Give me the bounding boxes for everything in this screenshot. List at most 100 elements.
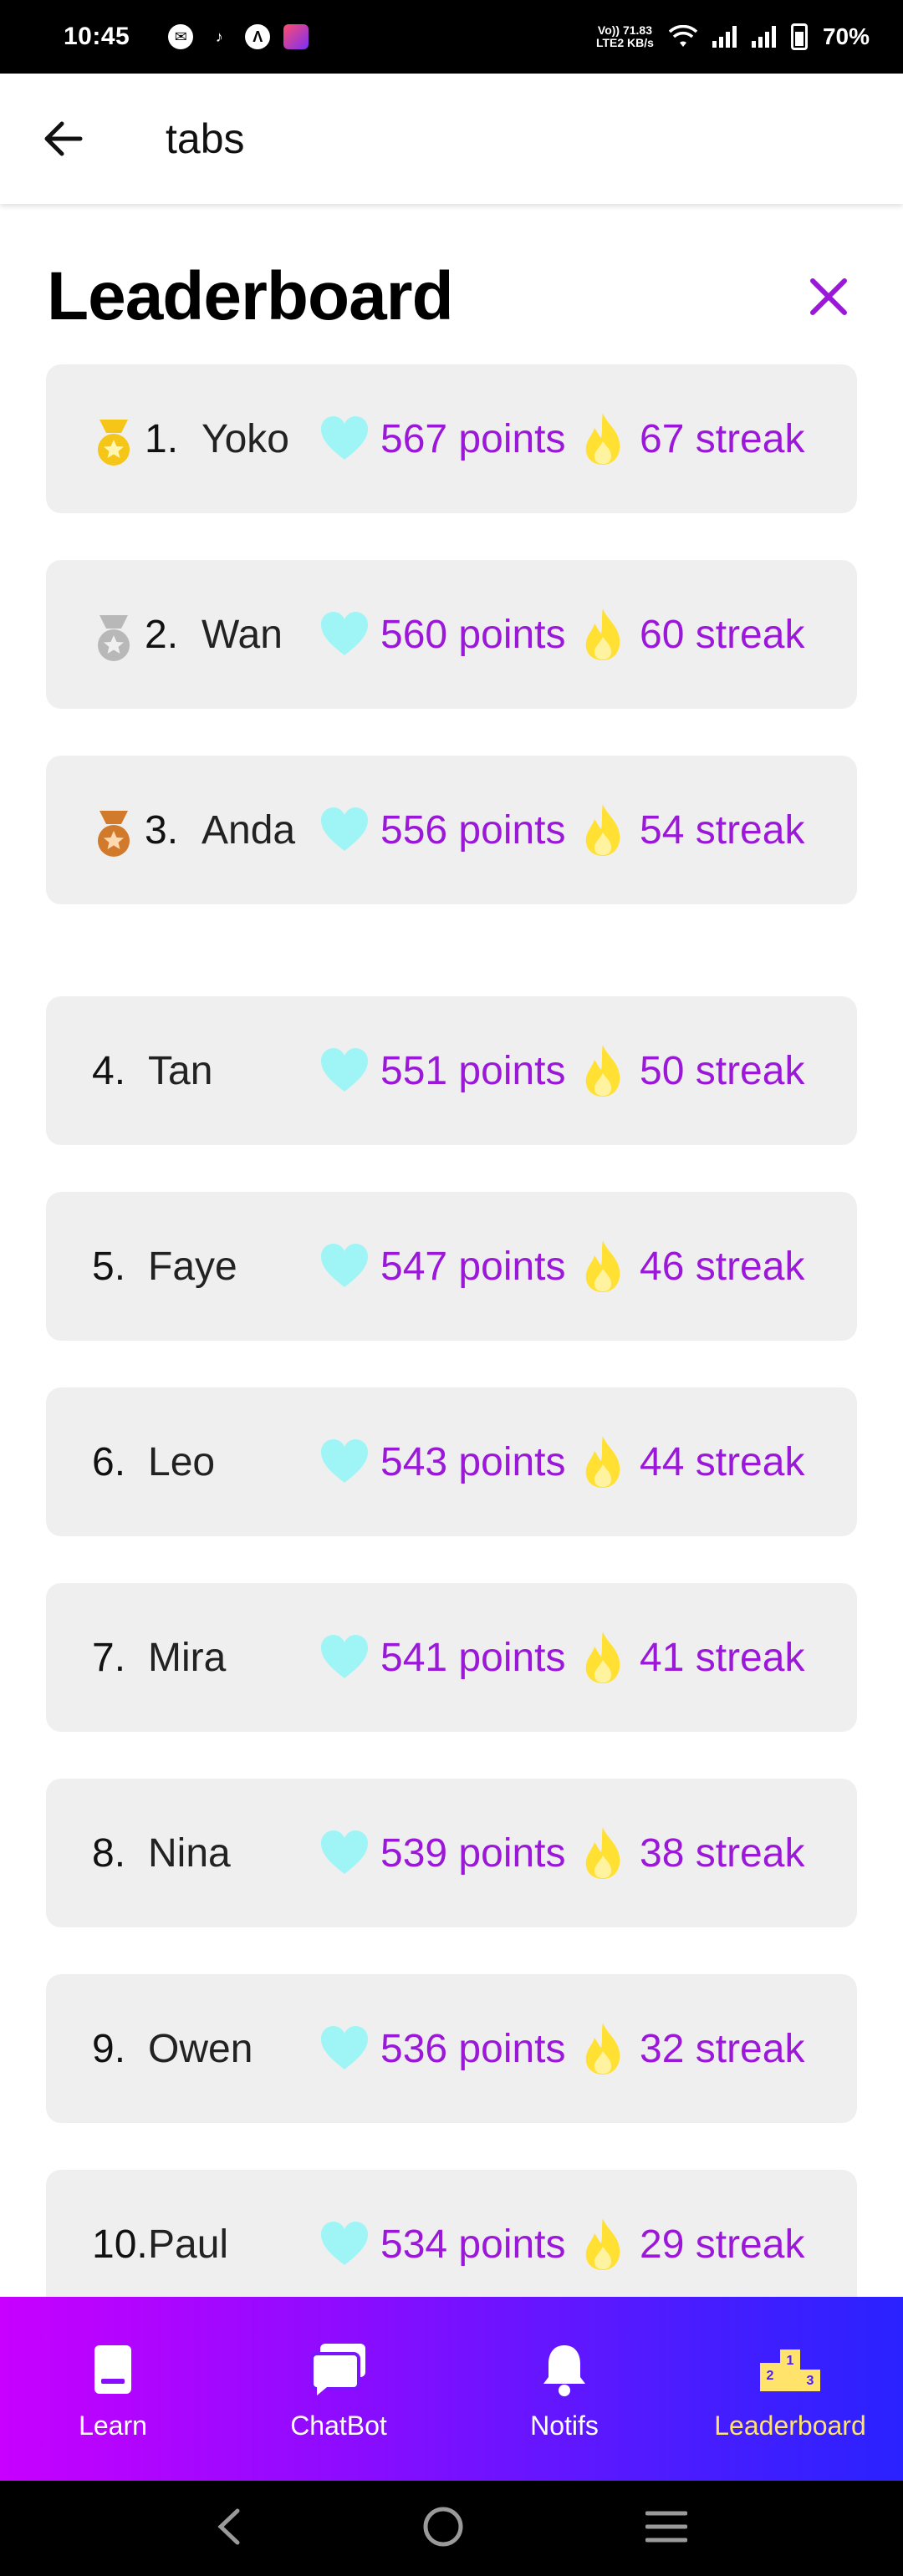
streak-value: 32 streak [640,2026,805,2071]
arrow-left-icon [44,121,83,156]
nav-notifs[interactable]: Notifs [452,2297,677,2481]
streak-value: 44 streak [640,1439,805,1484]
vpn-icon: Λ [245,24,271,49]
heart-icon [321,612,368,655]
leaderboard-row: 2. Wan 560 points 60 streak [46,560,857,709]
status-bar: 10:45 ✉ ♪ Λ Vo)) 71.83 LTE2 KB/s 70% [0,0,903,74]
flame-icon [585,2218,620,2270]
status-time: 10:45 [64,23,130,50]
system-nav-bar [0,2481,903,2576]
bottom-nav: Learn ChatBot Notifs 1 2 3 Leaderboard [0,2297,903,2481]
rank-number: 3. [145,807,179,853]
player-name: Wan [202,612,283,657]
streak-value: 54 streak [640,807,805,853]
player-name: Leo [148,1439,216,1484]
leaderboard-row: 5. Faye 547 points 46 streak [46,1192,857,1341]
player-name: Anda [202,807,296,853]
messenger-icon: ✉ [168,24,194,49]
close-button[interactable] [799,267,858,326]
flame-icon [585,804,620,856]
tiktok-icon: ♪ [215,28,223,45]
nav-leaderboard-label: Leaderboard [714,2411,866,2441]
battery-icon [790,23,808,50]
flame-icon [585,608,620,660]
flame-icon [585,413,620,465]
points-value: 560 points [380,612,566,657]
heart-icon [321,1048,368,1092]
status-app-icons: ✉ ♪ Λ [168,24,309,49]
points-value: 536 points [380,2026,566,2071]
flame-icon [585,1240,620,1292]
rank-number: 9. [92,2026,126,2071]
rank-number: 7. [92,1635,126,1680]
system-home-button[interactable] [421,2505,465,2553]
rank-number: 5. [92,1244,126,1289]
player-name: Tan [148,1048,213,1093]
nav-leaderboard[interactable]: 1 2 3 Leaderboard [677,2297,903,2481]
network-speed: Vo)) 71.83 LTE2 KB/s [596,24,654,49]
heart-icon [321,1830,368,1874]
leaderboard-header: Leaderboard [47,251,858,343]
points-value: 551 points [380,1048,566,1093]
menu-lines-icon [645,2511,688,2542]
heart-icon [321,807,368,851]
rank-number: 2. [145,612,179,657]
leaderboard-row: 3. Anda 556 points 54 streak [46,756,857,904]
player-name: Mira [148,1635,227,1680]
back-button[interactable] [30,105,97,172]
nav-learn[interactable]: Learn [0,2297,226,2481]
player-name: Paul [148,2222,229,2267]
status-indicators: Vo)) 71.83 LTE2 KB/s 70% [596,23,870,50]
player-name: Faye [148,1244,237,1289]
silver-medal-icon [98,615,130,661]
points-value: 534 points [380,2222,566,2267]
network-speed-unit: LTE2 KB/s [595,36,654,49]
rank-number: 1. [145,416,179,461]
system-recents-button[interactable] [645,2510,688,2548]
leaderboard-row: 4. Tan 551 points 50 streak [46,996,857,1145]
points-value: 547 points [380,1244,566,1289]
rank-number: 10. [92,2222,148,2267]
bell-icon [531,2340,598,2399]
book-icon [79,2340,146,2399]
bronze-medal-icon [98,811,130,857]
points-value: 556 points [380,807,566,853]
leaderboard-row: 7. Mira 541 points 41 streak [46,1583,857,1732]
app-bar: tabs [0,74,903,204]
close-icon [810,278,847,315]
heart-icon [321,416,368,460]
chevron-left-icon [217,2508,240,2544]
nav-chatbot-label: ChatBot [290,2411,387,2441]
flame-icon [585,1827,620,1879]
player-name: Owen [148,2026,253,2071]
podium-icon: 1 2 3 [757,2340,824,2399]
points-value: 541 points [380,1635,566,1680]
svg-text:2: 2 [767,2369,774,2383]
streak-value: 50 streak [640,1048,805,1093]
battery-percent: 70% [822,23,870,49]
rank-number: 8. [92,1830,126,1876]
flame-icon [585,1632,620,1683]
rank-number: 4. [92,1048,126,1093]
page-title: Leaderboard [47,258,454,334]
leaderboard-row: 8. Nina 539 points 38 streak [46,1779,857,1927]
heart-icon [321,2026,368,2069]
system-back-button[interactable] [216,2507,241,2550]
leaderboard-row: 1. Yoko 567 points 67 streak [46,364,857,513]
svg-text:3: 3 [807,2374,814,2388]
flame-icon [585,1045,620,1097]
rank-number: 6. [92,1439,126,1484]
leaderboard-row: 9. Owen 536 points 32 streak [46,1974,857,2123]
points-value: 567 points [380,416,566,461]
network-speed-value: Vo)) 71.83 [597,23,653,37]
points-value: 543 points [380,1439,566,1484]
home-circle-icon [423,2507,463,2546]
heart-icon [321,2222,368,2265]
streak-value: 60 streak [640,612,805,657]
streak-value: 38 streak [640,1830,805,1876]
player-name: Yoko [202,416,289,461]
heart-icon [321,1244,368,1287]
nav-chatbot[interactable]: ChatBot [226,2297,452,2481]
nav-learn-label: Learn [79,2411,147,2441]
wifi-icon [668,25,697,47]
